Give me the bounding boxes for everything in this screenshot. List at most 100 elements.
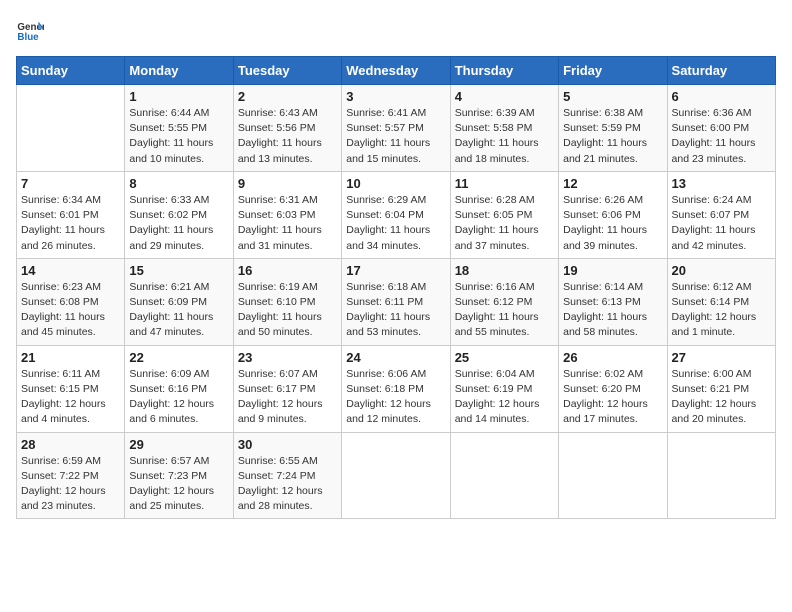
day-number: 13 [672,176,771,191]
day-number: 1 [129,89,228,104]
calendar-cell: 9 Sunrise: 6:31 AM Sunset: 6:03 PM Daylig… [233,171,341,258]
day-info: Sunrise: 6:31 AM Sunset: 6:03 PM Dayligh… [238,193,337,254]
day-info: Sunrise: 6:41 AM Sunset: 5:57 PM Dayligh… [346,106,445,167]
calendar-cell: 12 Sunrise: 6:26 AM Sunset: 6:06 PM Dayli… [559,171,667,258]
day-info: Sunrise: 6:33 AM Sunset: 6:02 PM Dayligh… [129,193,228,254]
calendar-cell: 5 Sunrise: 6:38 AM Sunset: 5:59 PM Daylig… [559,85,667,172]
calendar-cell: 19 Sunrise: 6:14 AM Sunset: 6:13 PM Dayli… [559,258,667,345]
calendar-cell: 6Sunrise: 6:36 AM Sunset: 6:00 PM Daylig… [667,85,775,172]
calendar-cell: 26Sunrise: 6:02 AM Sunset: 6:20 PM Dayli… [559,345,667,432]
calendar-cell: 16 Sunrise: 6:19 AM Sunset: 6:10 PM Dayli… [233,258,341,345]
day-info: Sunrise: 6:06 AM Sunset: 6:18 PM Dayligh… [346,367,445,428]
day-info: Sunrise: 6:26 AM Sunset: 6:06 PM Dayligh… [563,193,662,254]
calendar-week-3: 14Sunrise: 6:23 AM Sunset: 6:08 PM Dayli… [17,258,776,345]
day-info: Sunrise: 6:39 AM Sunset: 5:58 PM Dayligh… [455,106,554,167]
day-info: Sunrise: 6:19 AM Sunset: 6:10 PM Dayligh… [238,280,337,341]
day-info: Sunrise: 6:14 AM Sunset: 6:13 PM Dayligh… [563,280,662,341]
day-info: Sunrise: 6:34 AM Sunset: 6:01 PM Dayligh… [21,193,120,254]
day-header-monday: Monday [125,57,233,85]
day-number: 7 [21,176,120,191]
day-number: 12 [563,176,662,191]
day-info: Sunrise: 6:21 AM Sunset: 6:09 PM Dayligh… [129,280,228,341]
day-info: Sunrise: 6:09 AM Sunset: 6:16 PM Dayligh… [129,367,228,428]
calendar-cell: 18 Sunrise: 6:16 AM Sunset: 6:12 PM Dayli… [450,258,558,345]
calendar-cell [667,432,775,519]
calendar-cell: 11 Sunrise: 6:28 AM Sunset: 6:05 PM Dayli… [450,171,558,258]
day-number: 11 [455,176,554,191]
calendar-cell: 1 Sunrise: 6:44 AM Sunset: 5:55 PM Daylig… [125,85,233,172]
day-header-wednesday: Wednesday [342,57,450,85]
calendar-cell: 27 Sunrise: 6:00 AM Sunset: 6:21 PM Dayli… [667,345,775,432]
day-number: 23 [238,350,337,365]
calendar-cell: 25 Sunrise: 6:04 AM Sunset: 6:19 PM Dayli… [450,345,558,432]
calendar-week-5: 28 Sunrise: 6:59 AM Sunset: 7:22 PM Dayli… [17,432,776,519]
day-info: Sunrise: 6:23 AM Sunset: 6:08 PM Dayligh… [21,280,120,341]
logo: General Blue [16,16,44,44]
calendar-cell: 8 Sunrise: 6:33 AM Sunset: 6:02 PM Daylig… [125,171,233,258]
day-header-tuesday: Tuesday [233,57,341,85]
calendar-body: 1 Sunrise: 6:44 AM Sunset: 5:55 PM Daylig… [17,85,776,519]
calendar-cell: 14Sunrise: 6:23 AM Sunset: 6:08 PM Dayli… [17,258,125,345]
calendar-cell: 29 Sunrise: 6:57 AM Sunset: 7:23 PM Dayli… [125,432,233,519]
day-number: 18 [455,263,554,278]
day-info: Sunrise: 6:43 AM Sunset: 5:56 PM Dayligh… [238,106,337,167]
day-number: 28 [21,437,120,452]
day-info: Sunrise: 6:59 AM Sunset: 7:22 PM Dayligh… [21,454,120,515]
day-number: 6 [672,89,771,104]
day-number: 25 [455,350,554,365]
day-number: 27 [672,350,771,365]
day-info: Sunrise: 6:57 AM Sunset: 7:23 PM Dayligh… [129,454,228,515]
day-number: 30 [238,437,337,452]
calendar-cell: 30 Sunrise: 6:55 AM Sunset: 7:24 PM Dayli… [233,432,341,519]
day-info: Sunrise: 6:38 AM Sunset: 5:59 PM Dayligh… [563,106,662,167]
calendar-cell [559,432,667,519]
day-info: Sunrise: 6:16 AM Sunset: 6:12 PM Dayligh… [455,280,554,341]
calendar-cell [450,432,558,519]
day-number: 8 [129,176,228,191]
day-info: Sunrise: 6:07 AM Sunset: 6:17 PM Dayligh… [238,367,337,428]
calendar-cell: 10 Sunrise: 6:29 AM Sunset: 6:04 PM Dayli… [342,171,450,258]
day-number: 21 [21,350,120,365]
page-header: General Blue [16,16,776,44]
day-info: Sunrise: 6:11 AM Sunset: 6:15 PM Dayligh… [21,367,120,428]
calendar-cell: 17 Sunrise: 6:18 AM Sunset: 6:11 PM Dayli… [342,258,450,345]
day-number: 10 [346,176,445,191]
day-number: 29 [129,437,228,452]
day-info: Sunrise: 6:44 AM Sunset: 5:55 PM Dayligh… [129,106,228,167]
calendar-cell: 3 Sunrise: 6:41 AM Sunset: 5:57 PM Daylig… [342,85,450,172]
calendar-cell: 22 Sunrise: 6:09 AM Sunset: 6:16 PM Dayli… [125,345,233,432]
day-number: 2 [238,89,337,104]
day-number: 16 [238,263,337,278]
day-info: Sunrise: 6:55 AM Sunset: 7:24 PM Dayligh… [238,454,337,515]
day-header-friday: Friday [559,57,667,85]
day-number: 3 [346,89,445,104]
logo-icon: General Blue [16,16,44,44]
svg-text:Blue: Blue [17,32,39,43]
calendar-cell: 13Sunrise: 6:24 AM Sunset: 6:07 PM Dayli… [667,171,775,258]
calendar-cell: 20Sunrise: 6:12 AM Sunset: 6:14 PM Dayli… [667,258,775,345]
day-number: 22 [129,350,228,365]
day-info: Sunrise: 6:29 AM Sunset: 6:04 PM Dayligh… [346,193,445,254]
calendar-cell: 2 Sunrise: 6:43 AM Sunset: 5:56 PM Daylig… [233,85,341,172]
day-info: Sunrise: 6:18 AM Sunset: 6:11 PM Dayligh… [346,280,445,341]
day-number: 19 [563,263,662,278]
calendar-table: SundayMondayTuesdayWednesdayThursdayFrid… [16,56,776,519]
day-info: Sunrise: 6:04 AM Sunset: 6:19 PM Dayligh… [455,367,554,428]
day-info: Sunrise: 6:00 AM Sunset: 6:21 PM Dayligh… [672,367,771,428]
calendar-week-4: 21 Sunrise: 6:11 AM Sunset: 6:15 PM Dayli… [17,345,776,432]
day-header-sunday: Sunday [17,57,125,85]
day-number: 9 [238,176,337,191]
calendar-cell: 21 Sunrise: 6:11 AM Sunset: 6:15 PM Dayli… [17,345,125,432]
day-number: 15 [129,263,228,278]
day-number: 4 [455,89,554,104]
calendar-cell: 23 Sunrise: 6:07 AM Sunset: 6:17 PM Dayli… [233,345,341,432]
day-number: 24 [346,350,445,365]
calendar-header-row: SundayMondayTuesdayWednesdayThursdayFrid… [17,57,776,85]
day-header-thursday: Thursday [450,57,558,85]
calendar-week-1: 1 Sunrise: 6:44 AM Sunset: 5:55 PM Daylig… [17,85,776,172]
calendar-cell: 4 Sunrise: 6:39 AM Sunset: 5:58 PM Daylig… [450,85,558,172]
day-number: 26 [563,350,662,365]
day-number: 5 [563,89,662,104]
day-info: Sunrise: 6:28 AM Sunset: 6:05 PM Dayligh… [455,193,554,254]
day-number: 17 [346,263,445,278]
